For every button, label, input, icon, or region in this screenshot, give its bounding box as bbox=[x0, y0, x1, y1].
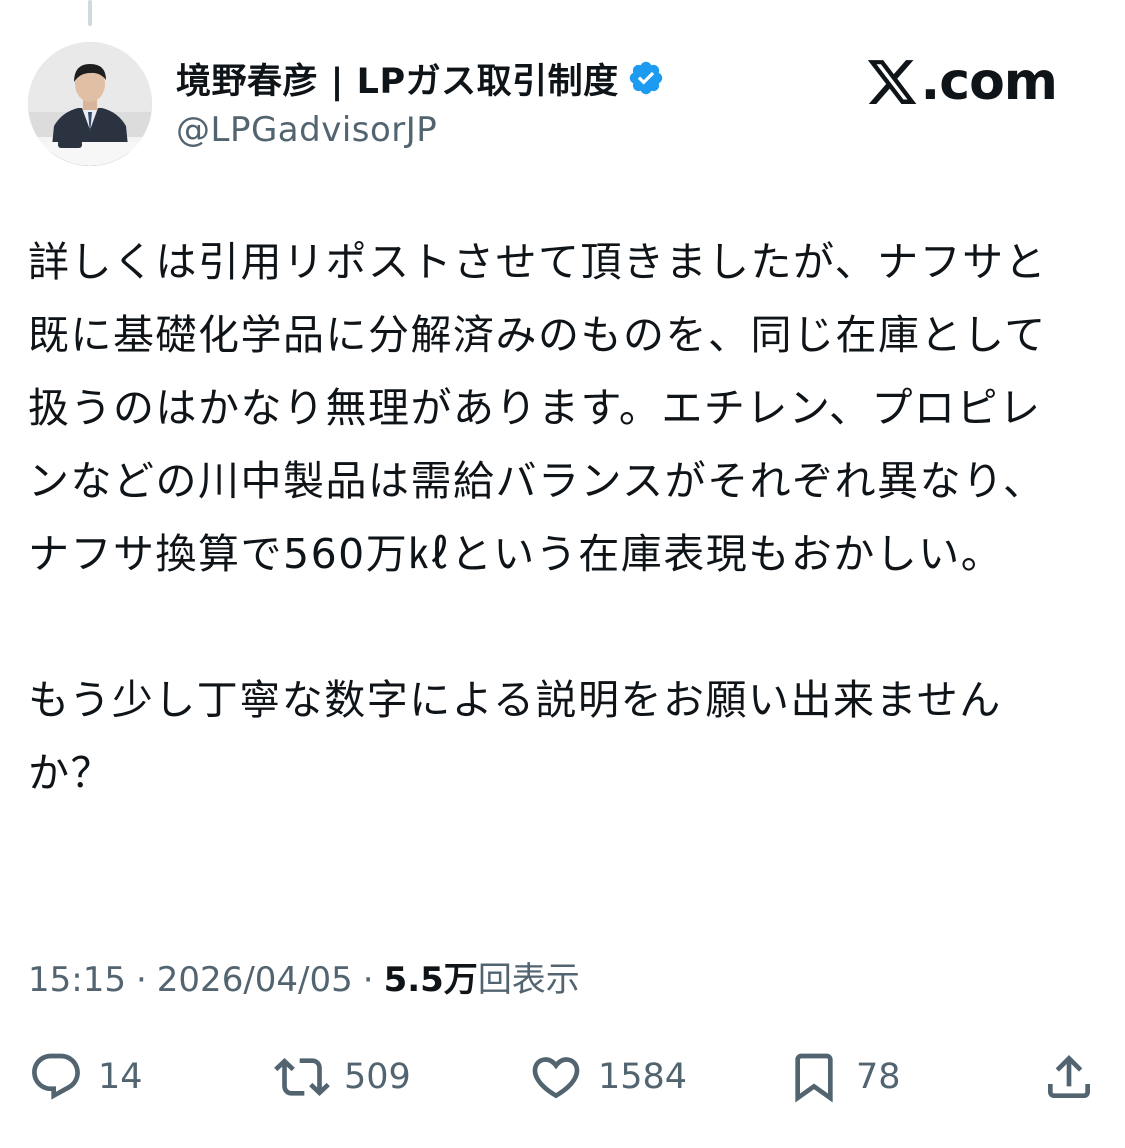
bookmark-count: 78 bbox=[856, 1057, 901, 1097]
reply-count: 14 bbox=[98, 1057, 143, 1097]
meta-separator: · bbox=[362, 960, 374, 1000]
tweet-paragraph: もう少し丁寧な数字による説明をお願い出来ませんか？ bbox=[28, 676, 1002, 797]
heart-icon bbox=[528, 1049, 584, 1105]
tweet-paragraph: 詳しくは引用リポストさせて頂きましたが、ナフサと既に基礎化学品に分解済みのものを… bbox=[28, 238, 1048, 578]
repost-count: 509 bbox=[344, 1057, 411, 1097]
action-bar: 14 509 1584 78 bbox=[28, 1042, 1097, 1112]
repost-icon bbox=[274, 1049, 330, 1105]
like-count: 1584 bbox=[598, 1057, 688, 1097]
views-label: 回表示 bbox=[477, 960, 580, 1000]
verified-badge-icon bbox=[627, 59, 665, 97]
tweet-text: 詳しくは引用リポストさせて頂きましたが、ナフサと既に基礎化学品に分解済みのものを… bbox=[28, 226, 1078, 810]
x-logo-icon bbox=[865, 55, 919, 109]
author-display-name[interactable]: 境野春彦 | LPガス取引制度 bbox=[176, 53, 619, 104]
bookmark-button[interactable]: 78 bbox=[786, 1042, 901, 1112]
author-name-row: 境野春彦 | LPガス取引制度 bbox=[176, 50, 665, 106]
views-count: 5.5万 bbox=[383, 960, 478, 1000]
reply-icon bbox=[28, 1049, 84, 1105]
brand-watermark: .com bbox=[865, 52, 1058, 112]
meta-separator: · bbox=[135, 960, 147, 1000]
tweet-meta: 15:15 · 2026/04/05 · 5.5万 回表示 bbox=[28, 952, 580, 1001]
thread-connector-line bbox=[88, 0, 92, 26]
share-button[interactable] bbox=[1041, 1042, 1097, 1112]
profile-photo-icon bbox=[28, 42, 152, 166]
tweet-time[interactable]: 15:15 bbox=[28, 960, 126, 1000]
tweet-date[interactable]: 2026/04/05 bbox=[157, 960, 353, 1000]
avatar[interactable] bbox=[28, 42, 152, 166]
like-button[interactable]: 1584 bbox=[528, 1042, 687, 1112]
share-icon bbox=[1041, 1049, 1097, 1105]
post-screenshot: 境野春彦 | LPガス取引制度 @LPGadvisorJP .com 詳しくは引… bbox=[0, 0, 1125, 1148]
repost-button[interactable]: 509 bbox=[274, 1042, 411, 1112]
reply-button[interactable]: 14 bbox=[28, 1042, 143, 1112]
bookmark-icon bbox=[786, 1049, 842, 1105]
author-handle[interactable]: @LPGadvisorJP bbox=[176, 110, 665, 150]
author-info: 境野春彦 | LPガス取引制度 @LPGadvisorJP bbox=[176, 50, 665, 150]
brand-domain-text: .com bbox=[920, 52, 1058, 112]
